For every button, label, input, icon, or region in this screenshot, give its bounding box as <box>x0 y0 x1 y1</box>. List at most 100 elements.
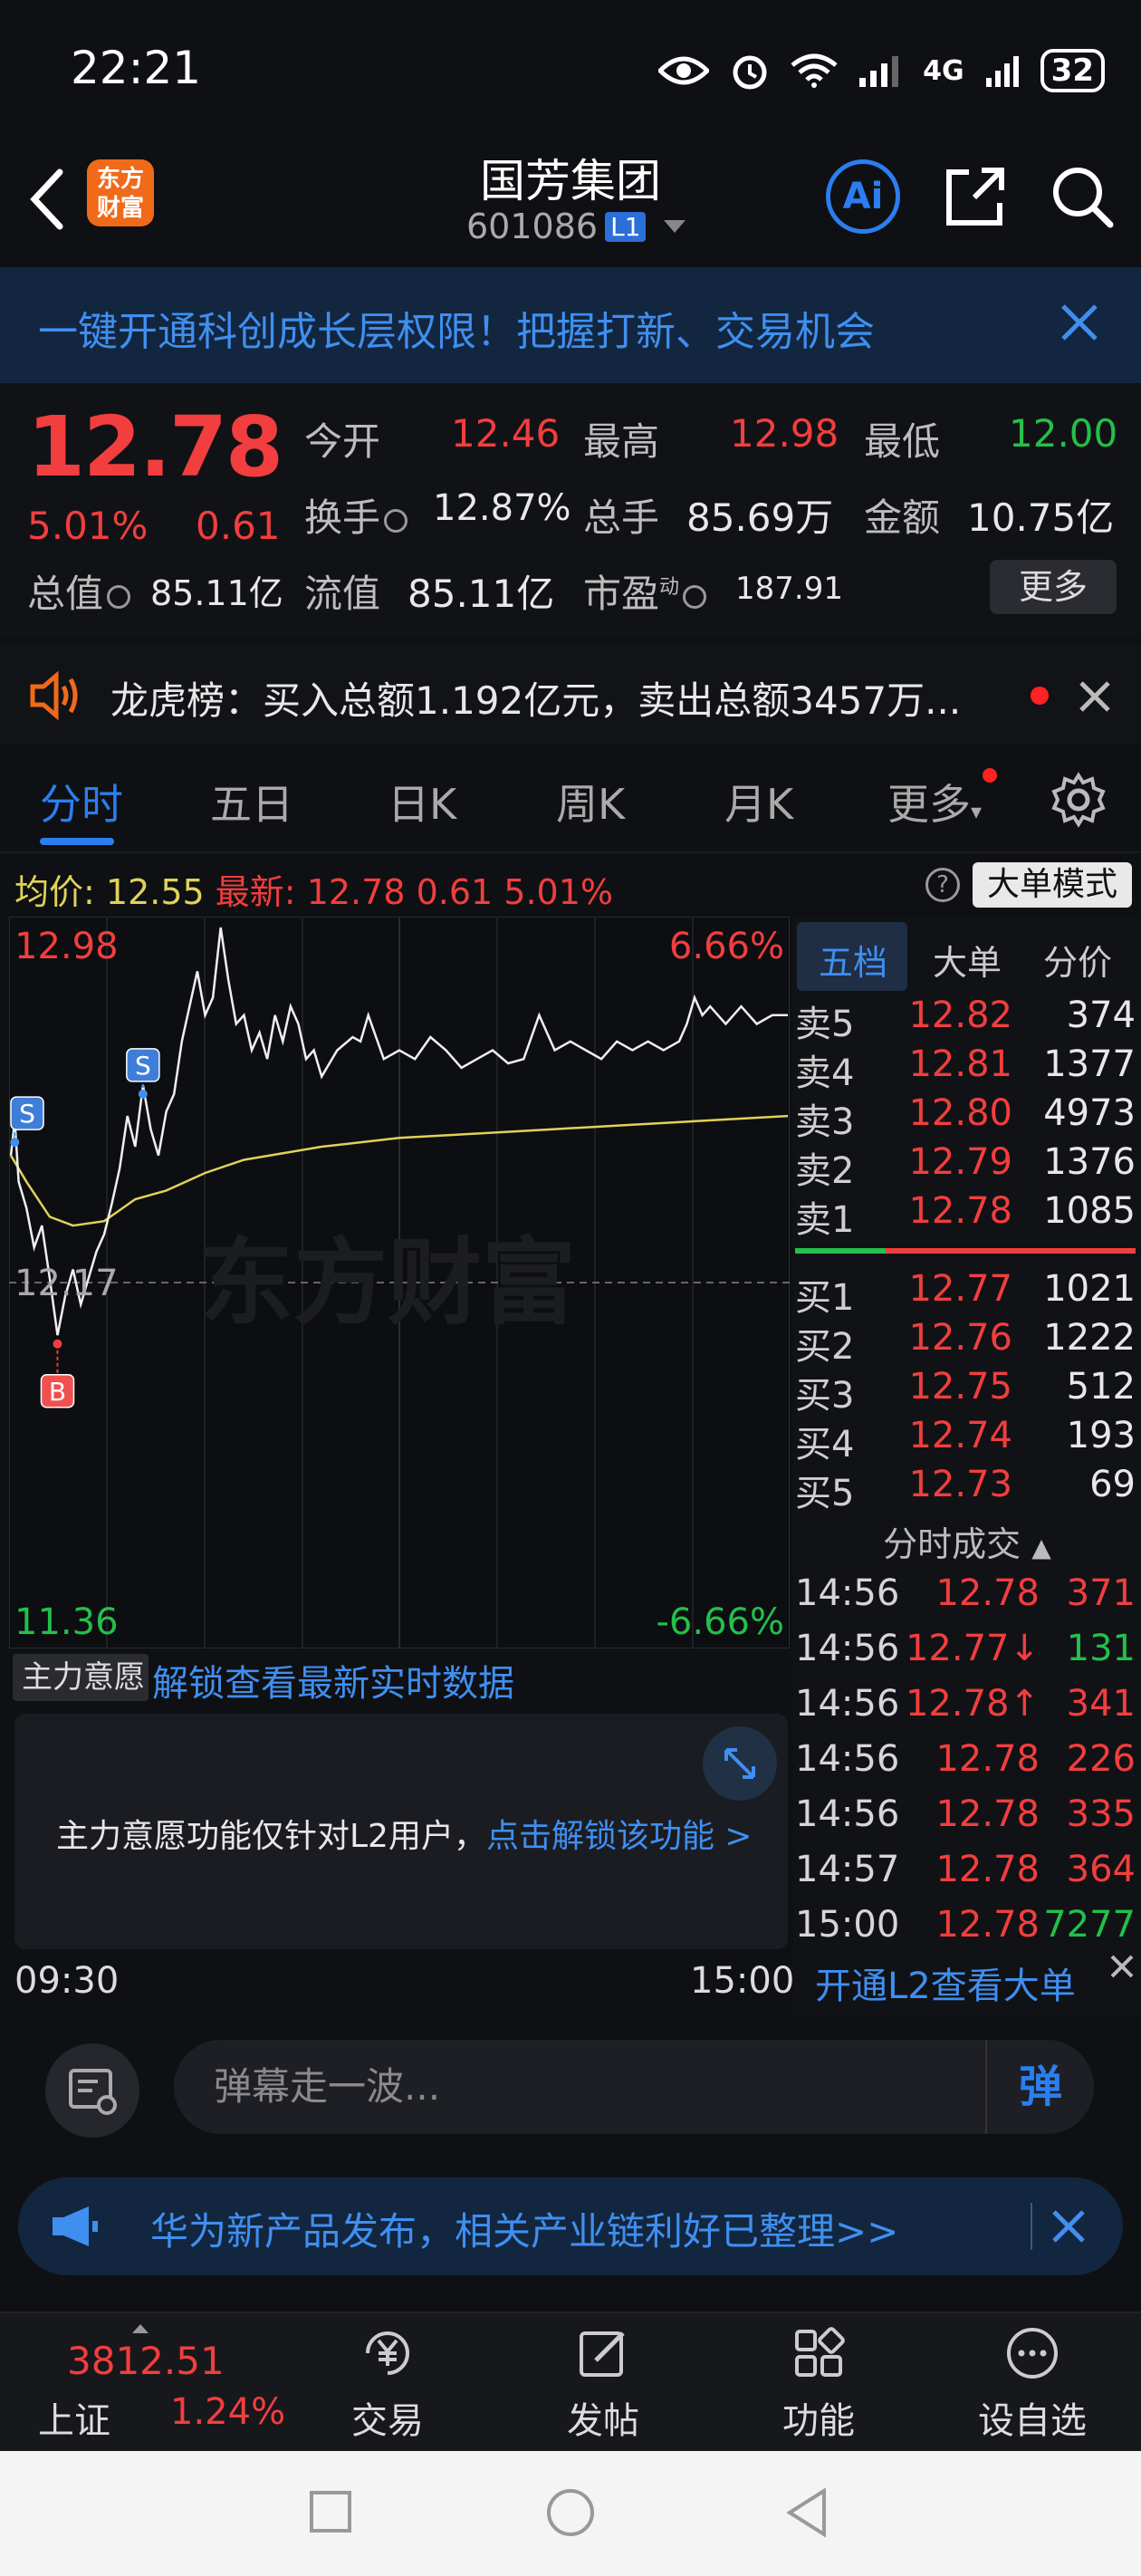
volume-value: 85.69万 <box>686 495 834 540</box>
big-order-mode-button[interactable]: 大单模式 <box>973 862 1132 908</box>
turnover-label: 换手 <box>304 487 408 543</box>
more-dots-icon <box>1007 2328 1058 2379</box>
close-icon[interactable] <box>1043 2201 1094 2252</box>
status-time: 22:21 <box>71 42 202 94</box>
unlock-feature-link[interactable]: 点击解锁该功能 > <box>486 1818 753 1855</box>
open-l2-link[interactable]: 开通L2查看大单 <box>815 1956 1076 2009</box>
active-tab-indicator <box>40 838 114 845</box>
index-percent[interactable]: 1.24% <box>170 2391 285 2433</box>
level-badge: L1 <box>605 211 647 242</box>
trade-row: 14:56 12.77↓ 131 <box>795 1628 1136 1669</box>
ai-assistant-button[interactable]: Ai <box>826 159 900 234</box>
trade-tab[interactable]: 交易 <box>315 2324 460 2444</box>
close-icon[interactable] <box>1072 674 1117 719</box>
tab-monthly-k[interactable]: 月K <box>724 772 793 831</box>
time-axis-start: 09:30 <box>14 1960 120 2002</box>
megaphone-icon <box>53 2206 98 2246</box>
bid-row: 买2 12.76 1222 <box>795 1317 1136 1368</box>
tab-intraday[interactable]: 分时 <box>40 772 123 831</box>
share-icon[interactable] <box>942 163 1009 230</box>
avg-line-legend: 均价: 12.55 最新: 12.78 0.61 5.01% <box>14 872 614 912</box>
tab-weekly-k[interactable]: 周K <box>556 772 625 831</box>
more-button[interactable]: 更多 <box>990 560 1117 614</box>
ask-row: 卖4 12.81 1377 <box>795 1043 1136 1094</box>
chart-watermark: 东方财富 <box>199 1227 576 1338</box>
trade-row: 14:57 12.78 364 <box>795 1849 1136 1890</box>
edit-icon <box>580 2331 625 2377</box>
bid-row: 买3 12.75 512 <box>795 1366 1136 1417</box>
speaker-icon <box>30 670 78 721</box>
index-value[interactable]: 3812.51 <box>67 2339 225 2383</box>
watchlist-settings-tab[interactable]: 设自选 <box>960 2324 1105 2444</box>
stock-code: 601086 <box>466 207 599 246</box>
amount-label: 金额 <box>864 495 941 540</box>
trade-row: 14:56 12.78 371 <box>795 1572 1136 1614</box>
intraday-chart[interactable]: 东方财富 S S B 12.98 12.17 11.36 6.66% -6.66% <box>9 917 790 1648</box>
gear-icon[interactable] <box>1050 772 1107 828</box>
tab-big-orders[interactable]: 大单 <box>933 935 1002 985</box>
back-icon[interactable] <box>22 163 76 235</box>
low-label: 最低 <box>864 419 941 464</box>
open-label: 今开 <box>304 419 381 464</box>
info-icon[interactable] <box>107 584 131 609</box>
help-icon[interactable]: ? <box>925 868 960 902</box>
danmaku-send-button[interactable]: 弹 <box>985 2040 1094 2134</box>
float-cap-value: 85.11亿 <box>408 572 555 616</box>
recent-apps-icon[interactable] <box>308 2489 353 2534</box>
battery-indicator: 32 <box>1040 49 1105 92</box>
unlock-realtime-link[interactable]: 解锁查看最新实时数据 <box>152 1654 514 1706</box>
danmaku-settings-icon[interactable] <box>45 2043 139 2138</box>
unread-dot <box>983 768 997 783</box>
news-banner-text[interactable]: 华为新产品发布，相关产业链利好已整理>> <box>150 2201 898 2256</box>
home-icon[interactable] <box>545 2487 596 2538</box>
network-type: 4G <box>923 54 964 87</box>
tab-five-day[interactable]: 五日 <box>210 772 293 831</box>
stock-code-row[interactable]: 601086 L1 <box>466 207 686 246</box>
bid-ask-divider <box>795 1248 1136 1254</box>
mktcap-value: 85.11亿 <box>150 573 283 613</box>
stock-name[interactable]: 国芳集团 <box>389 145 752 210</box>
dragon-tiger-text[interactable]: 龙虎榜：买入总额1.192亿元，卖出总额3457万... <box>110 670 961 726</box>
trade-row: 14:56 12.78↑ 341 <box>795 1683 1136 1725</box>
marker-label: B <box>49 1377 66 1407</box>
alarm-icon <box>733 55 767 90</box>
expand-icon[interactable] <box>703 1726 777 1801</box>
volume-label: 总手 <box>583 495 660 540</box>
yuan-icon <box>366 2331 409 2375</box>
ask-row: 卖5 12.82 374 <box>795 995 1136 1045</box>
float-cap-label: 流值 <box>304 572 381 616</box>
main-force-selector[interactable]: 主力意愿 ▾ <box>13 1654 149 1745</box>
tab-price-dist[interactable]: 分价 <box>1043 935 1112 985</box>
unread-dot <box>1031 687 1049 705</box>
pct-top-label: 6.66% <box>669 926 784 967</box>
status-icons: 4G 32 <box>658 43 1105 98</box>
danmaku-input[interactable]: 弹幕走一波... <box>174 2040 1094 2134</box>
info-icon[interactable] <box>384 508 408 533</box>
y-top-label: 12.98 <box>14 926 119 967</box>
signal-icon-2 <box>985 56 1019 87</box>
post-tab[interactable]: 发帖 <box>531 2324 676 2444</box>
tab-more[interactable]: 更多▾ <box>887 772 982 831</box>
open-value: 12.46 <box>451 411 561 456</box>
trades-header[interactable]: 分时成交 ▲ <box>793 1516 1141 1566</box>
search-icon[interactable] <box>1047 161 1116 230</box>
mktcap-label: 总值 <box>27 563 131 619</box>
close-icon[interactable] <box>1103 1947 1141 1985</box>
high-value: 12.98 <box>730 411 839 456</box>
tab-five-levels[interactable]: 五档 <box>819 935 887 985</box>
bid-row: 买1 12.77 1021 <box>795 1268 1136 1319</box>
marker-label: S <box>135 1051 151 1081</box>
close-icon[interactable] <box>1050 293 1108 351</box>
tab-daily-k[interactable]: 日K <box>388 772 456 831</box>
eastmoney-logo: 东方 财富 <box>87 159 154 226</box>
chevron-up-icon <box>132 2324 149 2333</box>
y-bottom-label: 11.36 <box>14 1601 119 1643</box>
pe-label: 市盈动 <box>583 563 707 619</box>
current-price: 12.78 <box>27 399 283 495</box>
functions-tab[interactable]: 功能 <box>746 2324 891 2444</box>
back-nav-icon[interactable] <box>784 2487 829 2538</box>
promo-banner-text[interactable]: 一键开通科创成长层权限！把握打新、交易机会 <box>38 299 875 357</box>
index-name[interactable]: 上证 <box>38 2391 110 2444</box>
low-value: 12.00 <box>1009 411 1118 456</box>
info-icon[interactable] <box>683 584 707 609</box>
